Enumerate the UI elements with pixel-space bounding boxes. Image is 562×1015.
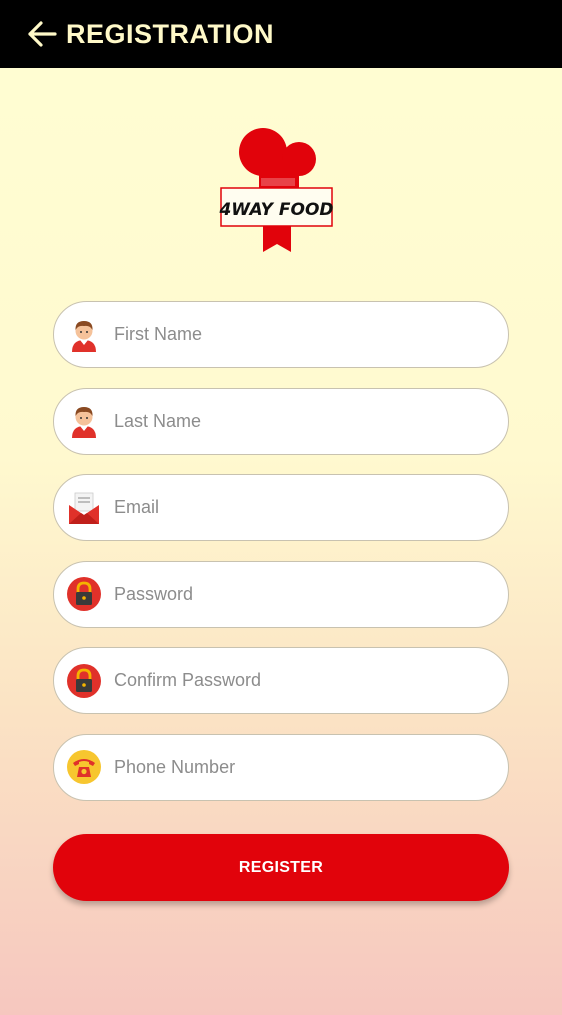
last-name-input[interactable] (114, 410, 474, 432)
telephone-icon (67, 750, 101, 784)
arrow-left-icon (28, 21, 57, 47)
padlock-icon (67, 577, 101, 611)
phone-input[interactable] (114, 756, 474, 778)
page-title: REGISTRATION (66, 18, 274, 49)
email-field[interactable] (53, 474, 509, 541)
envelope-icon (67, 491, 101, 525)
registration-form (53, 301, 509, 820)
confirm-password-input[interactable] (114, 670, 474, 691)
phone-field[interactable] (53, 733, 509, 801)
first-name-input[interactable] (114, 324, 474, 345)
user-avatar-icon (67, 404, 101, 438)
register-button[interactable]: REGISTER (53, 834, 509, 901)
last-name-field[interactable] (53, 387, 509, 455)
password-input[interactable] (114, 583, 474, 605)
confirm-password-field[interactable] (53, 647, 509, 714)
first-name-field[interactable] (53, 301, 509, 368)
email-input[interactable] (114, 497, 474, 518)
app-bar: REGISTRATION (0, 0, 562, 68)
password-field[interactable] (53, 560, 509, 628)
brand-logo: 4WAY FOOD (215, 126, 339, 258)
logo-wordmark: 4WAY FOOD (218, 200, 333, 220)
padlock-icon (67, 663, 101, 698)
chef-hat-logo: 4WAY FOOD (218, 128, 334, 252)
back-button[interactable] (22, 14, 62, 54)
user-avatar-icon (67, 318, 101, 352)
